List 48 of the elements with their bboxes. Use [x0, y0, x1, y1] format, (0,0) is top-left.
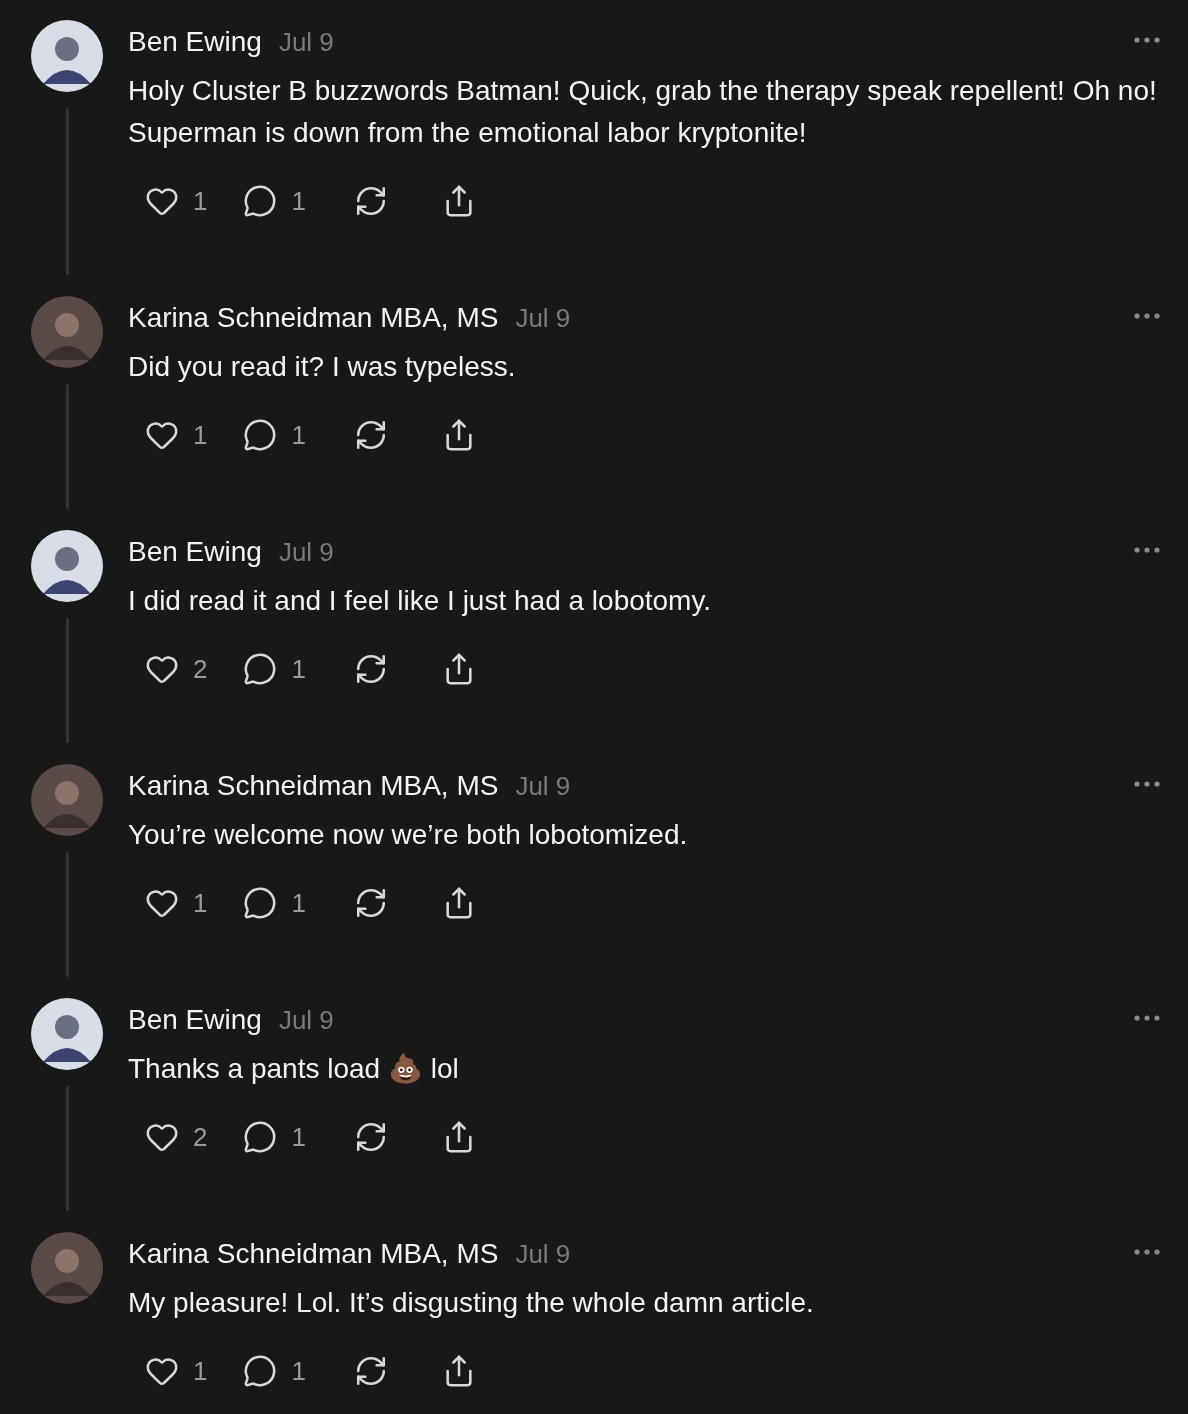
post-text: My pleasure! Lol. It’s disgusting the whole damn article.	[128, 1286, 815, 1320]
like-count: 1	[193, 419, 208, 451]
reply-button[interactable]	[243, 886, 278, 920]
author-name[interactable]: Karina Schneidman MBA, MS	[128, 770, 499, 802]
avatar	[31, 998, 103, 1070]
reply-count: 1	[291, 1355, 306, 1387]
reply-button[interactable]	[243, 184, 278, 218]
author-name[interactable]: Karina Schneidman MBA, MS	[128, 1238, 499, 1270]
post-date: Jul 9	[278, 536, 334, 568]
post-date: Jul 9	[515, 770, 571, 802]
post-date: Jul 9	[515, 302, 571, 334]
like-count: 1	[193, 185, 208, 217]
like-count: 1	[193, 1355, 208, 1387]
more-icon[interactable]	[1134, 313, 1160, 319]
like-count: 2	[193, 1121, 208, 1153]
post-date: Jul 9	[278, 26, 334, 58]
reply-button[interactable]	[243, 418, 278, 452]
reply-count: 1	[291, 419, 306, 451]
post-date: Jul 9	[515, 1238, 571, 1270]
avatar	[31, 20, 103, 92]
reply-button[interactable]	[243, 1120, 278, 1154]
avatar	[31, 530, 103, 602]
more-icon[interactable]	[1134, 1015, 1160, 1021]
like-count: 1	[193, 887, 208, 919]
author-name[interactable]: Ben Ewing	[128, 536, 262, 568]
reply-button[interactable]	[243, 652, 278, 686]
author-name[interactable]: Ben Ewing	[128, 1004, 262, 1036]
post-text: Did you read it? I was typeless.	[128, 350, 517, 384]
more-icon[interactable]	[1134, 781, 1160, 787]
like-count: 2	[193, 653, 208, 685]
author-name[interactable]: Karina Schneidman MBA, MS	[128, 302, 499, 334]
reply-count: 1	[291, 185, 306, 217]
post-text: You’re welcome now we’re both lobotomized.	[128, 818, 689, 852]
avatar	[31, 296, 103, 368]
more-icon[interactable]	[1134, 1249, 1160, 1255]
more-icon[interactable]	[1134, 37, 1160, 43]
reply-count: 1	[291, 887, 306, 919]
author-name[interactable]: Ben Ewing	[128, 26, 262, 58]
more-icon[interactable]	[1134, 547, 1160, 553]
avatar	[31, 764, 103, 836]
post-text: Thanks a pants load 💩 lol	[128, 1052, 460, 1086]
reply-count: 1	[291, 653, 306, 685]
post-date: Jul 9	[278, 1004, 334, 1036]
reply-button[interactable]	[243, 1354, 278, 1388]
post-text: Holy Cluster B buzzwords Batman! Quick, grab the therapy speak repellent! Oh no! Superman is down from the emotional labor kryptonite!	[128, 74, 1158, 150]
post-text: I did read it and I feel like I just had a lobotomy.	[128, 584, 713, 618]
avatar	[31, 1232, 103, 1304]
reply-count: 1	[291, 1121, 306, 1153]
